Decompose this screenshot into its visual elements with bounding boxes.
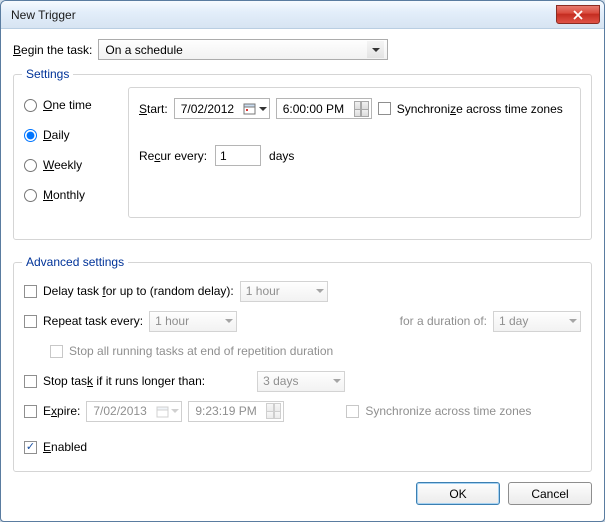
chevron-down-icon [316,289,324,293]
repeat-label: Repeat task every: [43,314,143,328]
delay-combo[interactable]: 1 hour [240,281,328,302]
chevron-down-icon [171,409,179,413]
duration-label: for a duration of: [400,314,487,328]
start-time-value: 6:00:00 PM [283,102,344,116]
begin-task-value: On a schedule [105,43,182,57]
radio-weekly-input[interactable] [24,159,37,172]
spinner-up-icon[interactable] [354,101,369,109]
expire-date-field[interactable]: 7/02/2013 [86,401,182,422]
chevron-down-icon [569,319,577,323]
expire-time-value: 9:23:19 PM [195,404,256,418]
stop-longer-value: 3 days [263,374,298,388]
recur-value: 1 [220,149,227,163]
dialog-content: Begin the task: On a schedule Settings O… [1,29,604,521]
advanced-legend: Advanced settings [22,255,128,269]
delay-label: Delay task for up to (random delay): [43,284,234,298]
delay-value: 1 hour [246,284,280,298]
repeat-checkbox[interactable] [24,315,37,328]
recur-label-post: days [269,149,294,163]
repeat-combo[interactable]: 1 hour [149,311,237,332]
start-date-value: 7/02/2012 [181,102,234,116]
time-spinner[interactable] [266,403,281,419]
radio-monthly[interactable]: Monthly [24,188,122,202]
cancel-button[interactable]: Cancel [508,482,592,505]
calendar-icon [243,102,257,116]
expire-label: Expire: [43,404,80,418]
expire-sync-tz-label: Synchronize across time zones [365,404,531,418]
chevron-down-icon [225,319,233,323]
schedule-type-radiogroup: One time Daily Weekly Monthly [24,87,122,218]
dialog-buttons: OK Cancel [13,472,592,505]
spinner-down-icon[interactable] [266,411,281,419]
calendar-icon [155,404,169,418]
enabled-checkbox[interactable] [24,441,37,454]
expire-time-field[interactable]: 9:23:19 PM [188,401,284,422]
start-date-field[interactable]: 7/02/2012 [174,98,270,119]
radio-weekly[interactable]: Weekly [24,158,122,172]
begin-task-dropdown[interactable]: On a schedule [98,39,388,60]
recur-value-field[interactable]: 1 [215,145,261,166]
chevron-down-icon [333,379,341,383]
radio-daily-input[interactable] [24,129,37,142]
radio-daily[interactable]: Daily [24,128,122,142]
duration-value: 1 day [499,314,528,328]
new-trigger-dialog: New Trigger Begin the task: On a schedul… [0,0,605,522]
ok-button[interactable]: OK [416,482,500,505]
chevron-down-icon [259,107,267,111]
repeat-value: 1 hour [155,314,189,328]
advanced-settings-group: Advanced settings Delay task for up to (… [13,262,592,472]
spinner-up-icon[interactable] [266,403,281,411]
sync-tz-checkbox[interactable] [378,102,391,115]
titlebar: New Trigger [1,1,604,29]
settings-group: Settings One time Daily Weekly [13,74,592,240]
close-icon [573,10,583,20]
expire-sync-tz-checkbox [346,405,359,418]
duration-combo[interactable]: 1 day [493,311,581,332]
schedule-detail-panel: Start: 7/02/2012 6:00:00 PM [128,87,581,218]
delay-checkbox[interactable] [24,285,37,298]
expire-checkbox[interactable] [24,405,37,418]
radio-one-time[interactable]: One time [24,98,122,112]
sync-tz-label: Synchronize across time zones [397,102,563,116]
stop-at-end-label: Stop all running tasks at end of repetit… [69,344,333,358]
stop-longer-checkbox[interactable] [24,375,37,388]
settings-legend: Settings [22,67,73,81]
start-time-field[interactable]: 6:00:00 PM [276,98,372,119]
start-label: Start: [139,102,168,116]
time-spinner[interactable] [354,101,369,117]
recur-label-pre: Recur every: [139,149,207,163]
stop-at-end-checkbox [50,345,63,358]
enabled-label: Enabled [43,440,87,454]
window-title: New Trigger [11,8,76,22]
begin-task-label: Begin the task: [13,43,92,57]
stop-longer-combo[interactable]: 3 days [257,371,345,392]
window-close-button[interactable] [556,5,600,24]
radio-monthly-input[interactable] [24,189,37,202]
stop-longer-label: Stop task if it runs longer than: [43,374,205,388]
expire-date-value: 7/02/2013 [93,404,146,418]
radio-one-time-input[interactable] [24,99,37,112]
spinner-down-icon[interactable] [354,109,369,117]
dropdown-arrow-icon [367,41,384,58]
